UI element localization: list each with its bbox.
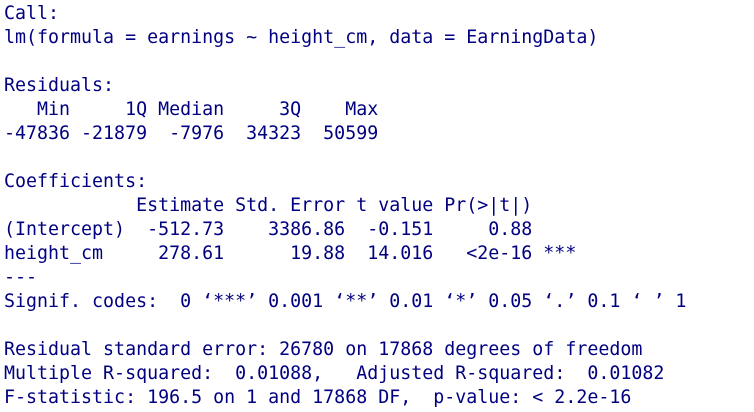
coefficients-header: Coefficients:	[4, 171, 148, 192]
residuals-quantile-values: -47836 -21879 -7976 34323 50599	[4, 123, 390, 144]
separator-line: ---	[4, 267, 38, 288]
residuals-header: Residuals:	[4, 75, 115, 96]
coefficients-row-intercept: (Intercept) -512.73 3386.86 -0.151 0.88	[4, 219, 577, 240]
call-formula: lm(formula = earnings ~ height_cm, data …	[4, 27, 599, 48]
r-squared-line: Multiple R-squared: 0.01088, Adjusted R-…	[4, 363, 676, 384]
call-header: Call:	[4, 3, 60, 24]
signif-codes-legend: Signif. codes: 0 ‘***’ 0.001 ‘**’ 0.01 ‘…	[4, 291, 687, 312]
r-console-output: Call: lm(formula = earnings ~ height_cm,…	[0, 0, 754, 412]
residual-standard-error: Residual standard error: 26780 on 17868 …	[4, 339, 643, 360]
residuals-quantile-labels: Min 1Q Median 3Q Max	[4, 99, 390, 120]
coefficients-column-headers: Estimate Std. Error t value Pr(>|t|)	[4, 195, 577, 216]
f-statistic-line: F-statistic: 196.5 on 1 and 17868 DF, p-…	[4, 387, 632, 408]
coefficients-row-height-cm: height_cm 278.61 19.88 14.016 <2e-16 ***	[4, 243, 577, 264]
